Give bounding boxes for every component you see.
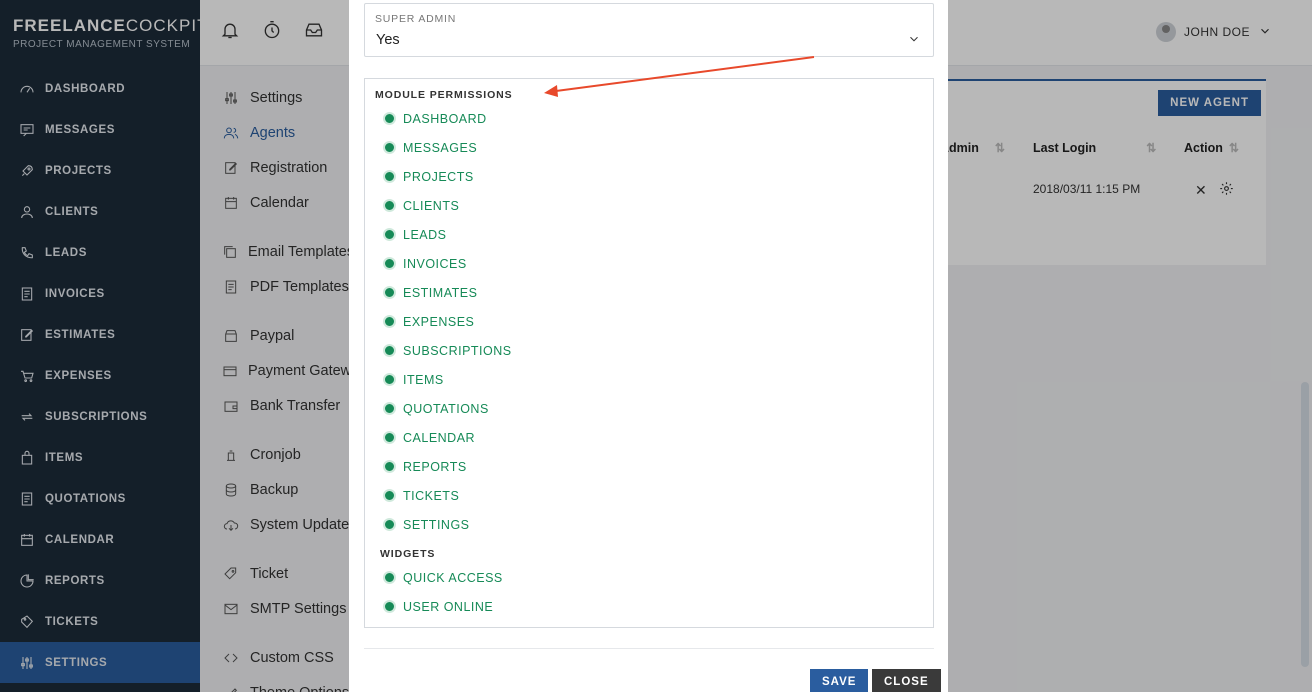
permission-label: TICKETS — [403, 488, 460, 503]
save-button[interactable]: SAVE — [810, 669, 869, 692]
radio-checked-icon[interactable] — [383, 344, 396, 357]
close-button[interactable]: CLOSE — [872, 669, 941, 692]
radio-checked-icon[interactable] — [383, 571, 396, 584]
permission-label: EXPENSES — [403, 314, 475, 329]
permission-expenses[interactable]: EXPENSES — [383, 307, 512, 336]
permission-settings[interactable]: SETTINGS — [383, 510, 512, 539]
widget-quick-access[interactable]: QUICK ACCESS — [383, 563, 503, 592]
widgets-title: WIDGETS — [380, 548, 436, 560]
radio-checked-icon[interactable] — [383, 373, 396, 386]
divider — [364, 648, 934, 649]
radio-checked-icon[interactable] — [383, 170, 396, 183]
module-permissions-list: DASHBOARD MESSAGES PROJECTS CLIENTS LEADS INV… — [383, 104, 512, 539]
permission-items[interactable]: ITEMS — [383, 365, 512, 394]
permission-dashboard[interactable]: DASHBOARD — [383, 104, 512, 133]
radio-checked-icon[interactable] — [383, 112, 396, 125]
radio-checked-icon[interactable] — [383, 600, 396, 613]
permission-tickets[interactable]: TICKETS — [383, 481, 512, 510]
permission-subscriptions[interactable]: SUBSCRIPTIONS — [383, 336, 512, 365]
permission-clients[interactable]: CLIENTS — [383, 191, 512, 220]
permission-label: MESSAGES — [403, 140, 478, 155]
super-admin-select[interactable]: SUPER ADMIN Yes — [364, 3, 934, 57]
permission-reports[interactable]: REPORTS — [383, 452, 512, 481]
permission-calendar[interactable]: CALENDAR — [383, 423, 512, 452]
radio-checked-icon[interactable] — [383, 257, 396, 270]
permission-label: ESTIMATES — [403, 285, 478, 300]
radio-checked-icon[interactable] — [383, 315, 396, 328]
permission-estimates[interactable]: ESTIMATES — [383, 278, 512, 307]
super-admin-value: Yes — [376, 32, 400, 48]
radio-checked-icon[interactable] — [383, 199, 396, 212]
permission-leads[interactable]: LEADS — [383, 220, 512, 249]
permission-quotations[interactable]: QUOTATIONS — [383, 394, 512, 423]
permission-label: DASHBOARD — [403, 111, 487, 126]
permission-messages[interactable]: MESSAGES — [383, 133, 512, 162]
module-permissions-title: MODULE PERMISSIONS — [375, 89, 513, 101]
permission-label: CALENDAR — [403, 430, 476, 445]
permission-label: SETTINGS — [403, 517, 470, 532]
agent-permissions-modal: SUPER ADMIN Yes MODULE PERMISSIONS DASHB… — [349, 0, 948, 692]
permission-label: SUBSCRIPTIONS — [403, 343, 512, 358]
permission-label: INVOICES — [403, 256, 467, 271]
radio-checked-icon[interactable] — [383, 518, 396, 531]
radio-checked-icon[interactable] — [383, 141, 396, 154]
permission-label: PROJECTS — [403, 169, 474, 184]
radio-checked-icon[interactable] — [383, 431, 396, 444]
scrollbar[interactable] — [1301, 382, 1309, 667]
super-admin-label: SUPER ADMIN — [375, 13, 457, 25]
widgets-list: QUICK ACCESS USER ONLINE — [383, 563, 503, 621]
permission-label: QUOTATIONS — [403, 401, 489, 416]
permission-label: LEADS — [403, 227, 447, 242]
widget-label: QUICK ACCESS — [403, 570, 503, 585]
permission-label: REPORTS — [403, 459, 467, 474]
permission-invoices[interactable]: INVOICES — [383, 249, 512, 278]
module-permissions-box: MODULE PERMISSIONS DASHBOARD MESSAGES PROJ… — [364, 78, 934, 628]
chevron-down-icon — [907, 32, 921, 51]
radio-checked-icon[interactable] — [383, 489, 396, 502]
widget-label: USER ONLINE — [403, 599, 494, 614]
radio-checked-icon[interactable] — [383, 228, 396, 241]
radio-checked-icon[interactable] — [383, 402, 396, 415]
radio-checked-icon[interactable] — [383, 286, 396, 299]
permission-label: ITEMS — [403, 372, 444, 387]
radio-checked-icon[interactable] — [383, 460, 396, 473]
permission-projects[interactable]: PROJECTS — [383, 162, 512, 191]
widget-user-online[interactable]: USER ONLINE — [383, 592, 503, 621]
permission-label: CLIENTS — [403, 198, 460, 213]
